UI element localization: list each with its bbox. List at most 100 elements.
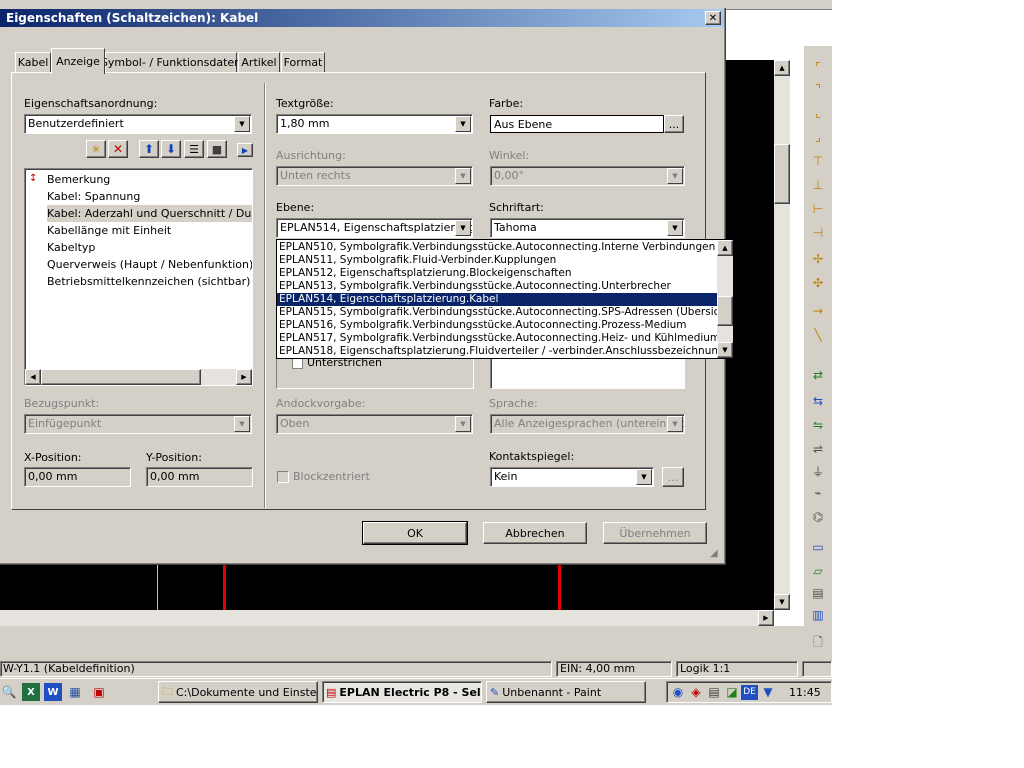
layer-select[interactable]: EPLAN514, Eigenschaftsplatzierung.K ▼ — [276, 218, 473, 238]
layer-option[interactable]: EPLAN511, Symbolgrafik.Fluid-Verbinder.K… — [277, 254, 717, 267]
tray-display-icon[interactable]: ◪ — [723, 683, 741, 701]
chevron-down-icon[interactable]: ▼ — [455, 416, 471, 432]
chevron-down-icon[interactable]: ▼ — [636, 469, 652, 485]
list-item[interactable]: Kabel: Aderzahl und Querschnitt / Durchm… — [47, 205, 252, 222]
scroll-down-icon[interactable]: ▼ — [717, 342, 733, 358]
arrow-right-icon[interactable]: → — [809, 302, 827, 320]
task-eplan[interactable]: ▤ EPLAN Electric P8 - Sel... — [322, 681, 482, 703]
tab-symbol-funktionsdaten[interactable]: Symbol- / Funktionsdaten — [101, 52, 241, 72]
layer-option[interactable]: EPLAN513, Symbolgrafik.Verbindungsstücke… — [277, 280, 717, 293]
chevron-down-icon[interactable]: ▼ — [667, 416, 683, 432]
scroll-thumb[interactable] — [717, 296, 733, 326]
layer-option[interactable]: EPLAN512, Eigenschaftsplatzierung.Blocke… — [277, 267, 717, 280]
delete-property-button[interactable]: ✕ — [108, 140, 128, 158]
terminal-blue-icon[interactable]: ▥ — [809, 606, 827, 624]
ok-button[interactable]: OK — [362, 521, 468, 545]
drawing-canvas-bottom[interactable] — [0, 565, 774, 610]
layer-option[interactable]: EPLAN510, Symbolgrafik.Verbindungsstücke… — [277, 241, 717, 254]
chevron-down-icon[interactable]: ▼ — [455, 168, 471, 184]
t-junction-down-icon[interactable]: ⊥ — [809, 176, 827, 194]
angle-select[interactable]: 0,00° ▼ — [490, 166, 685, 186]
tray-shield-icon[interactable]: ◈ — [687, 683, 705, 701]
corner-top-right-icon[interactable]: ⌝ — [809, 80, 827, 98]
textsize-select[interactable]: 1,80 mm ▼ — [276, 114, 473, 134]
t-junction-left-icon[interactable]: ⊢ — [809, 200, 827, 218]
contact-mirror-browse-button[interactable]: ... — [662, 467, 684, 487]
properties-list[interactable]: ↕ Bemerkung Kabel: Spannung Kabel: Aderz… — [24, 168, 253, 386]
t-junction-icon[interactable]: ⊤ — [809, 152, 827, 170]
canvas-vertical-scrollbar[interactable]: ▲ ▼ — [774, 60, 790, 610]
layer-option[interactable]: EPLAN518, Eigenschaftsplatzierung.Fluidv… — [277, 345, 733, 358]
corner-bottom-right-icon[interactable]: ⌟ — [809, 128, 827, 146]
tray-language-badge[interactable]: DE — [741, 685, 758, 700]
font-select[interactable]: Tahoma ▼ — [490, 218, 685, 238]
diagonal-icon[interactable]: ╲ — [809, 326, 827, 344]
color-field[interactable]: Aus Ebene — [490, 115, 664, 133]
docking-select[interactable]: Oben ▼ — [276, 414, 473, 434]
color-browse-button[interactable]: ... — [664, 115, 684, 133]
move-up-button[interactable]: ⬆ — [139, 140, 159, 158]
chevron-down-icon[interactable]: ▼ — [667, 220, 683, 236]
tab-artikel[interactable]: Artikel — [238, 52, 280, 72]
underline-checkbox[interactable] — [292, 358, 303, 369]
layer-option[interactable]: EPLAN517, Symbolgrafik.Verbindungsstücke… — [277, 332, 720, 345]
arrangement-select[interactable]: Benutzerdefiniert ▼ — [24, 114, 252, 134]
resize-grip-icon[interactable]: ◢ — [710, 548, 722, 560]
scroll-down-icon[interactable]: ▼ — [774, 594, 790, 610]
t-junction-right-icon[interactable]: ⊣ — [809, 224, 827, 242]
page-icon[interactable]: 🗋 — [809, 634, 827, 652]
cross-junction-icon[interactable]: ✢ — [809, 250, 827, 268]
layer-option-selected[interactable]: EPLAN514, Eigenschaftsplatzierung.Kabel — [277, 293, 717, 306]
tray-printer-icon[interactable]: ▤ — [705, 683, 723, 701]
layer-option[interactable]: EPLAN516, Symbolgrafik.Verbindungsstücke… — [277, 319, 717, 332]
chevron-down-icon[interactable]: ▼ — [234, 116, 250, 132]
plug-icon[interactable]: ⏚ — [809, 462, 827, 480]
scroll-thumb[interactable] — [41, 369, 201, 385]
x-position-field[interactable]: 0,00 mm — [24, 467, 131, 487]
cross-junction-2-icon[interactable]: ✣ — [809, 274, 827, 292]
plug-3-icon[interactable]: ⌬ — [809, 508, 827, 526]
dialog-title-bar[interactable]: Eigenschaften (Schaltzeichen): Kabel ✕ — [0, 9, 724, 27]
corner-bottom-left-icon[interactable]: ⌞ — [809, 104, 827, 122]
layer-option[interactable]: EPLAN515, Symbolgrafik.Verbindungsstücke… — [277, 306, 733, 319]
move-down-button[interactable]: ⬇ — [161, 140, 181, 158]
close-button[interactable]: ✕ — [705, 11, 721, 25]
tray-triangle-icon[interactable]: ▼ — [759, 683, 777, 701]
dropdown-scrollbar[interactable]: ▲ ▼ — [717, 240, 733, 358]
chevron-down-icon[interactable]: ▼ — [667, 168, 683, 184]
network-icon[interactable]: ▦ — [66, 683, 84, 701]
list-item[interactable]: Querverweis (Haupt / Nebenfunktion) — [47, 256, 252, 273]
apply-button[interactable]: Übernehmen — [603, 522, 707, 544]
scroll-up-icon[interactable]: ▲ — [774, 60, 790, 76]
task-paint[interactable]: ✎ Unbenannt - Paint — [486, 681, 646, 703]
scroll-right-icon[interactable]: ▶ — [236, 369, 252, 385]
connect-blue-icon[interactable]: ⇆ — [809, 392, 827, 410]
list-horizontal-scrollbar[interactable]: ◀ ▶ — [25, 369, 252, 385]
orientation-select[interactable]: Unten rechts ▼ — [276, 166, 473, 186]
scroll-up-icon[interactable]: ▲ — [717, 240, 733, 256]
toggle-button[interactable]: ■ — [207, 140, 227, 158]
tab-anzeige[interactable]: Anzeige — [51, 48, 105, 74]
more-button[interactable]: ▶ — [237, 143, 253, 157]
task-explorer[interactable]: 🗀 C:\Dokumente und Einstel... — [158, 681, 318, 703]
explorer-icon[interactable]: 🔍 — [0, 683, 18, 701]
y-position-field[interactable]: 0,00 mm — [146, 467, 253, 487]
tab-format[interactable]: Format — [281, 52, 325, 72]
chevron-down-icon[interactable]: ▼ — [455, 220, 471, 236]
corner-top-left-icon[interactable]: ⌜ — [809, 58, 827, 76]
connect-green-2-icon[interactable]: ⇋ — [809, 416, 827, 434]
new-property-button[interactable]: ✳ — [86, 140, 106, 158]
excel-icon[interactable]: X — [22, 683, 40, 701]
language-select[interactable]: Alle Anzeigesprachen (untereinander) ▼ — [490, 414, 685, 434]
layer-dropdown-list[interactable]: EPLAN510, Symbolgrafik.Verbindungsstücke… — [276, 239, 734, 359]
list-item[interactable]: Kabellänge mit Einheit — [47, 222, 252, 239]
list-item[interactable]: Betriebsmittelkennzeichen (sichtbar) — [47, 273, 252, 290]
cancel-button[interactable]: Abbrechen — [483, 522, 587, 544]
connect-green-icon[interactable]: ⇄ — [809, 366, 827, 384]
scroll-right-icon[interactable]: ▶ — [758, 610, 774, 626]
chevron-down-icon[interactable]: ▼ — [455, 116, 471, 132]
canvas-horizontal-scrollbar[interactable]: ▶ — [0, 610, 774, 626]
scroll-left-icon[interactable]: ◀ — [25, 369, 41, 385]
list-item[interactable]: Kabeltyp — [47, 239, 252, 256]
connect-gray-icon[interactable]: ⇌ — [809, 440, 827, 458]
